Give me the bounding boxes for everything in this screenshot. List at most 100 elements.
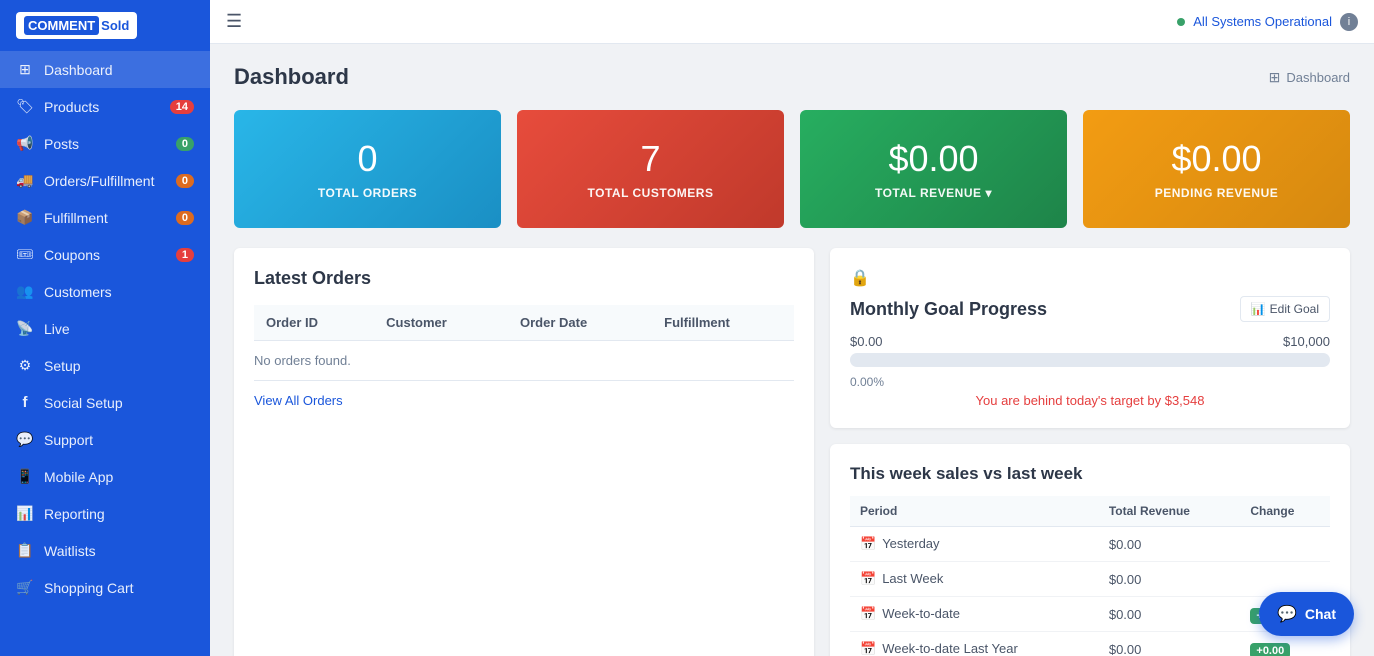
chat-icon: 💬 xyxy=(1277,604,1297,624)
weekly-col-revenue: Total Revenue xyxy=(1099,496,1241,527)
breadcrumb: ⊞ Dashboard xyxy=(1269,69,1350,86)
sidebar-item-products[interactable]: 🏷 Products 14 xyxy=(0,88,210,125)
logo: COMMENT Sold xyxy=(0,0,210,51)
weekly-period-0: 📅Yesterday xyxy=(850,527,1099,562)
col-customer: Customer xyxy=(374,305,508,341)
sidebar-item-fulfillment[interactable]: 📦 Fulfillment 0 xyxy=(0,199,210,236)
sidebar-label-mobile: Mobile App xyxy=(44,469,113,485)
coupons-badge: 1 xyxy=(176,248,194,262)
sidebar-item-live[interactable]: 📡 Live xyxy=(0,310,210,347)
sidebar-label-orders: Orders/Fulfillment xyxy=(44,173,154,189)
stat-value-revenue: $0.00 xyxy=(888,138,978,180)
weekly-change-0 xyxy=(1240,527,1330,562)
col-order-id: Order ID xyxy=(254,305,374,341)
chat-label: Chat xyxy=(1305,606,1336,622)
status-indicator xyxy=(1177,18,1185,26)
stats-row: 0 TOTAL ORDERS 7 TOTAL CUSTOMERS $0.00 T… xyxy=(234,110,1350,228)
goal-amounts: $0.00 $10,000 xyxy=(850,334,1330,349)
breadcrumb-icon: ⊞ xyxy=(1269,69,1281,86)
stat-card-pending: $0.00 PENDING REVENUE xyxy=(1083,110,1350,228)
weekly-period-1: 📅Last Week xyxy=(850,562,1099,597)
weekly-sales-title: This week sales vs last week xyxy=(850,464,1330,484)
view-all-orders-link[interactable]: View All Orders xyxy=(254,393,343,408)
stat-card-customers: 7 TOTAL CUSTOMERS xyxy=(517,110,784,228)
edit-goal-button[interactable]: 📊 Edit Goal xyxy=(1240,296,1330,322)
breadcrumb-label: Dashboard xyxy=(1286,70,1350,85)
no-orders-row: No orders found. xyxy=(254,341,794,381)
page-title: Dashboard xyxy=(234,64,349,90)
sidebar-label-dashboard: Dashboard xyxy=(44,62,113,78)
products-icon: 🏷 xyxy=(16,98,34,115)
sidebar-label-cart: Shopping Cart xyxy=(44,580,134,596)
monthly-goal-card: 🔒 Monthly Goal Progress 📊 Edit Goal $0.0… xyxy=(830,248,1350,428)
sidebar-label-waitlists: Waitlists xyxy=(44,543,96,559)
revenue-dropdown-icon: ▾ xyxy=(985,186,992,200)
sidebar-label-live: Live xyxy=(44,321,70,337)
sidebar-item-reporting[interactable]: 📊 Reporting xyxy=(0,495,210,532)
cal-icon: 📅 xyxy=(860,641,876,656)
goal-percent: 0.00% xyxy=(850,375,1330,389)
sidebar-label-reporting: Reporting xyxy=(44,506,105,522)
setup-icon: ⚙ xyxy=(16,357,34,374)
sidebar-label-posts: Posts xyxy=(44,136,79,152)
sidebar-label-setup: Setup xyxy=(44,358,81,374)
orders-badge: 0 xyxy=(176,174,194,188)
main-area: ☰ All Systems Operational i Dashboard ⊞ … xyxy=(210,0,1374,656)
support-icon: 💬 xyxy=(16,431,34,448)
chat-button[interactable]: 💬 Chat xyxy=(1259,592,1354,636)
stat-value-customers: 7 xyxy=(640,138,660,180)
goal-target: $10,000 xyxy=(1283,334,1330,349)
dashboard-icon: ⊞ xyxy=(16,61,34,78)
weekly-col-change: Change xyxy=(1240,496,1330,527)
sidebar-label-social: Social Setup xyxy=(44,395,123,411)
lock-icon: 🔒 xyxy=(850,268,1330,288)
sidebar-label-customers: Customers xyxy=(44,284,112,300)
stat-card-orders: 0 TOTAL ORDERS xyxy=(234,110,501,228)
stat-value-orders: 0 xyxy=(357,138,377,180)
weekly-period-2: 📅Week-to-date xyxy=(850,597,1099,632)
fulfillment-badge: 0 xyxy=(176,211,194,225)
sidebar-item-mobile[interactable]: 📱 Mobile App xyxy=(0,458,210,495)
sidebar-item-waitlists[interactable]: 📋 Waitlists xyxy=(0,532,210,569)
goal-progress-track xyxy=(850,353,1330,367)
sidebar-item-cart[interactable]: 🛒 Shopping Cart xyxy=(0,569,210,606)
sidebar: COMMENT Sold ⊞ Dashboard 🏷 Products 14 📢… xyxy=(0,0,210,656)
col-order-date: Order Date xyxy=(508,305,652,341)
stat-value-pending: $0.00 xyxy=(1171,138,1261,180)
stat-label-customers: TOTAL CUSTOMERS xyxy=(588,186,714,200)
weekly-row: 📅Last Week $0.00 xyxy=(850,562,1330,597)
weekly-sales-table: Period Total Revenue Change 📅Yesterday $… xyxy=(850,496,1330,656)
status-link[interactable]: All Systems Operational xyxy=(1193,14,1332,29)
latest-orders-card: Latest Orders Order ID Customer Order Da… xyxy=(234,248,814,656)
weekly-revenue-2: $0.00 xyxy=(1099,597,1241,632)
cal-icon: 📅 xyxy=(860,606,876,621)
live-icon: 📡 xyxy=(16,320,34,337)
info-icon[interactable]: i xyxy=(1340,13,1358,31)
posts-icon: 📢 xyxy=(16,135,34,152)
sidebar-item-orders[interactable]: 🚚 Orders/Fulfillment 0 xyxy=(0,162,210,199)
sidebar-item-support[interactable]: 💬 Support xyxy=(0,421,210,458)
sidebar-item-social[interactable]: f Social Setup xyxy=(0,384,210,421)
stat-label-orders: TOTAL ORDERS xyxy=(318,186,417,200)
sidebar-item-setup[interactable]: ⚙ Setup xyxy=(0,347,210,384)
no-orders-text: No orders found. xyxy=(254,341,794,381)
sidebar-item-coupons[interactable]: 🎟 Coupons 1 xyxy=(0,236,210,273)
weekly-revenue-0: $0.00 xyxy=(1099,527,1241,562)
topbar: ☰ All Systems Operational i xyxy=(210,0,1374,44)
weekly-col-period: Period xyxy=(850,496,1099,527)
sidebar-label-coupons: Coupons xyxy=(44,247,100,263)
stat-label-pending: PENDING REVENUE xyxy=(1155,186,1279,200)
page-content: Dashboard ⊞ Dashboard 0 TOTAL ORDERS 7 T… xyxy=(210,44,1374,656)
sidebar-item-dashboard[interactable]: ⊞ Dashboard xyxy=(0,51,210,88)
goal-title: Monthly Goal Progress xyxy=(850,299,1047,320)
orders-icon: 🚚 xyxy=(16,172,34,189)
reporting-icon: 📊 xyxy=(16,505,34,522)
coupons-icon: 🎟 xyxy=(16,246,34,263)
stat-card-revenue[interactable]: $0.00 TOTAL REVENUE ▾ xyxy=(800,110,1067,228)
sidebar-label-support: Support xyxy=(44,432,93,448)
menu-toggle[interactable]: ☰ xyxy=(226,11,242,32)
social-icon: f xyxy=(16,394,34,411)
cal-icon: 📅 xyxy=(860,536,876,551)
sidebar-item-posts[interactable]: 📢 Posts 0 xyxy=(0,125,210,162)
sidebar-item-customers[interactable]: 👥 Customers xyxy=(0,273,210,310)
